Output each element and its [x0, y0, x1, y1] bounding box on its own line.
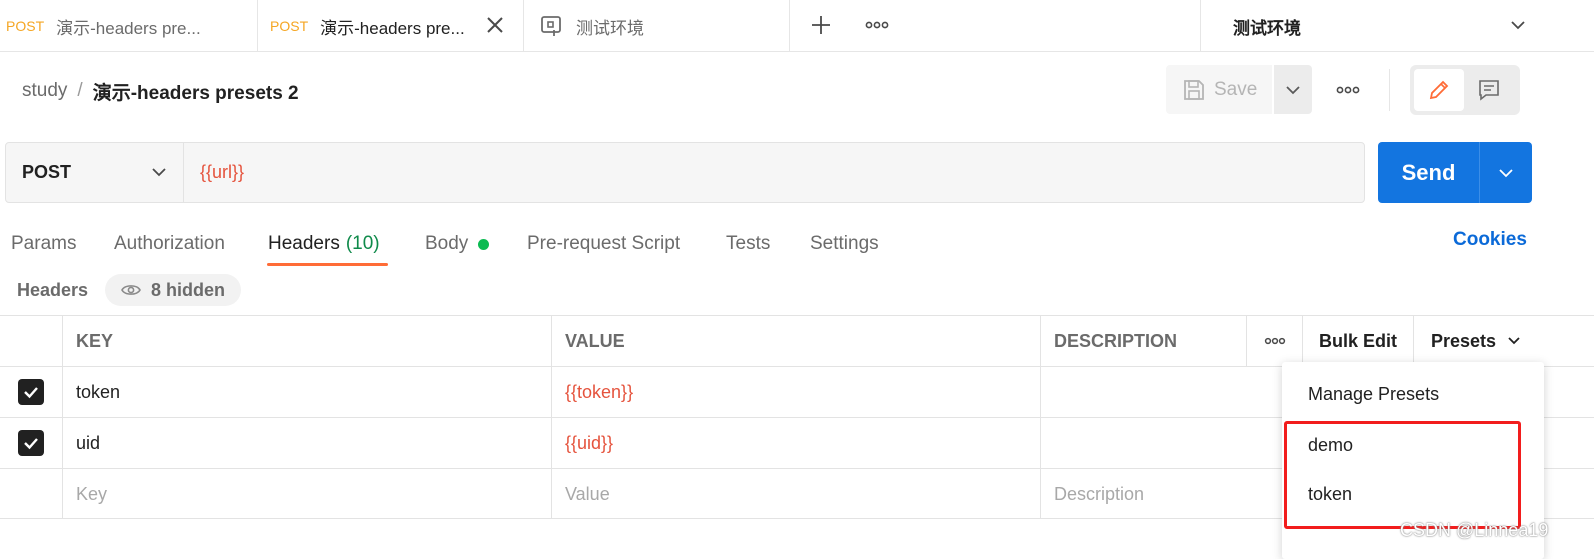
url-input[interactable]: {{url}}	[184, 143, 1364, 202]
mode-toggle	[1410, 65, 1520, 115]
chevron-down-icon	[1508, 337, 1520, 345]
request-tab-2-active[interactable]: POST 演示-headers pre...	[258, 0, 524, 53]
chevron-down-icon	[152, 168, 166, 177]
send-group: Send	[1378, 142, 1532, 203]
row-key[interactable]: token	[62, 367, 551, 417]
body-status-dot	[478, 238, 490, 250]
comments-button[interactable]	[1464, 69, 1514, 111]
tab-title: 演示-headers pre...	[56, 18, 201, 38]
breadcrumb-separator: /	[77, 80, 83, 101]
hidden-headers-toggle[interactable]: 8 hidden	[105, 274, 242, 306]
request-tabs: Params Authorization Headers (10) Body P…	[0, 224, 1594, 268]
column-key: KEY	[62, 316, 551, 366]
environment-selector[interactable]: 测试环境	[1200, 0, 1594, 52]
headers-count: (10)	[345, 233, 380, 254]
eye-icon	[121, 285, 141, 295]
request-tab-1[interactable]: POST 演示-headers pre...	[0, 0, 258, 52]
tab-method: POST	[6, 18, 45, 34]
tab-body-label: Body	[425, 233, 469, 254]
new-tab-plus-icon[interactable]	[806, 10, 836, 40]
row-checkbox-cell	[0, 469, 62, 519]
tab-headers-label: Headers	[268, 233, 340, 254]
tab-title: 演示-headers pre...	[320, 18, 465, 38]
key-input[interactable]: Key	[62, 469, 551, 519]
bulk-edit-button[interactable]: Bulk Edit	[1302, 316, 1413, 366]
value-input[interactable]: Value	[551, 469, 1040, 519]
chevron-down-icon	[1507, 14, 1529, 36]
presets-label: Presets	[1431, 330, 1497, 351]
breadcrumb-collection[interactable]: study	[22, 80, 67, 102]
more-tabs-icon[interactable]	[862, 12, 892, 38]
header-checkbox-cell	[0, 316, 62, 366]
hidden-count: 8 hidden	[151, 279, 226, 300]
close-icon[interactable]	[484, 14, 506, 36]
breadcrumb: study / 演示-headers presets 2	[22, 76, 299, 106]
row-value[interactable]: {{uid}}	[551, 418, 1040, 468]
column-options-icon[interactable]	[1246, 316, 1302, 366]
check-icon	[24, 387, 38, 399]
presets-button[interactable]: Presets	[1413, 316, 1594, 366]
tab-method: POST	[270, 18, 309, 34]
row-description[interactable]	[1040, 367, 1246, 417]
tab-authorization[interactable]: Authorization	[114, 228, 225, 260]
chevron-down-icon	[1499, 168, 1513, 177]
column-value: VALUE	[551, 316, 1040, 366]
row-value[interactable]: {{token}}	[551, 367, 1040, 417]
save-button[interactable]: Save	[1166, 65, 1272, 114]
url-bar: POST {{url}}	[5, 142, 1365, 203]
more-actions-icon[interactable]	[1333, 78, 1363, 102]
column-description: DESCRIPTION	[1040, 316, 1246, 366]
headers-section-label: Headers	[17, 279, 89, 300]
row-checkbox-cell	[0, 367, 62, 417]
save-icon	[1184, 79, 1204, 100]
divider	[1389, 69, 1390, 111]
row-description[interactable]	[1040, 418, 1246, 468]
save-options-button[interactable]	[1274, 65, 1312, 114]
active-tab-indicator	[267, 263, 388, 266]
tab-bar: POST 演示-headers pre... POST 演示-headers p…	[0, 0, 1594, 53]
tab-params[interactable]: Params	[11, 228, 76, 260]
row-checkbox-cell	[0, 418, 62, 468]
tab-settings[interactable]: Settings	[810, 228, 879, 260]
request-name[interactable]: 演示-headers presets 2	[93, 78, 299, 105]
pencil-icon	[1429, 80, 1449, 100]
edit-mode-button[interactable]	[1414, 69, 1464, 111]
environment-icon	[540, 15, 562, 37]
tab-headers[interactable]: Headers (10)	[268, 228, 380, 260]
tab-body[interactable]: Body	[425, 228, 490, 260]
row-checkbox[interactable]	[18, 379, 44, 405]
method-select[interactable]: POST	[6, 143, 184, 202]
method-value: POST	[22, 162, 72, 182]
manage-presets-item[interactable]: Manage Presets	[1308, 382, 1439, 406]
check-icon	[24, 438, 38, 450]
table-header-row: KEY VALUE DESCRIPTION Bulk Edit Presets	[0, 315, 1594, 366]
send-options-button[interactable]	[1480, 142, 1532, 203]
row-key[interactable]: uid	[62, 418, 551, 468]
environment-selected: 测试环境	[1233, 18, 1301, 38]
tab-prerequest-script[interactable]: Pre-request Script	[527, 228, 680, 260]
save-label: Save	[1214, 78, 1258, 100]
chevron-down-icon	[1286, 85, 1300, 94]
description-input[interactable]: Description	[1040, 469, 1246, 519]
tab-title: 测试环境	[576, 18, 644, 38]
row-checkbox[interactable]	[18, 430, 44, 456]
annotation-highlight-box	[1284, 421, 1521, 529]
comment-icon	[1479, 80, 1499, 101]
save-group: Save	[1166, 65, 1312, 114]
cookies-link[interactable]: Cookies	[1453, 228, 1527, 252]
tab-tests[interactable]: Tests	[726, 228, 770, 260]
send-button[interactable]: Send	[1378, 142, 1480, 203]
environment-tab[interactable]: 测试环境	[524, 0, 790, 52]
watermark: CSDN @Linnea19	[1400, 520, 1549, 540]
